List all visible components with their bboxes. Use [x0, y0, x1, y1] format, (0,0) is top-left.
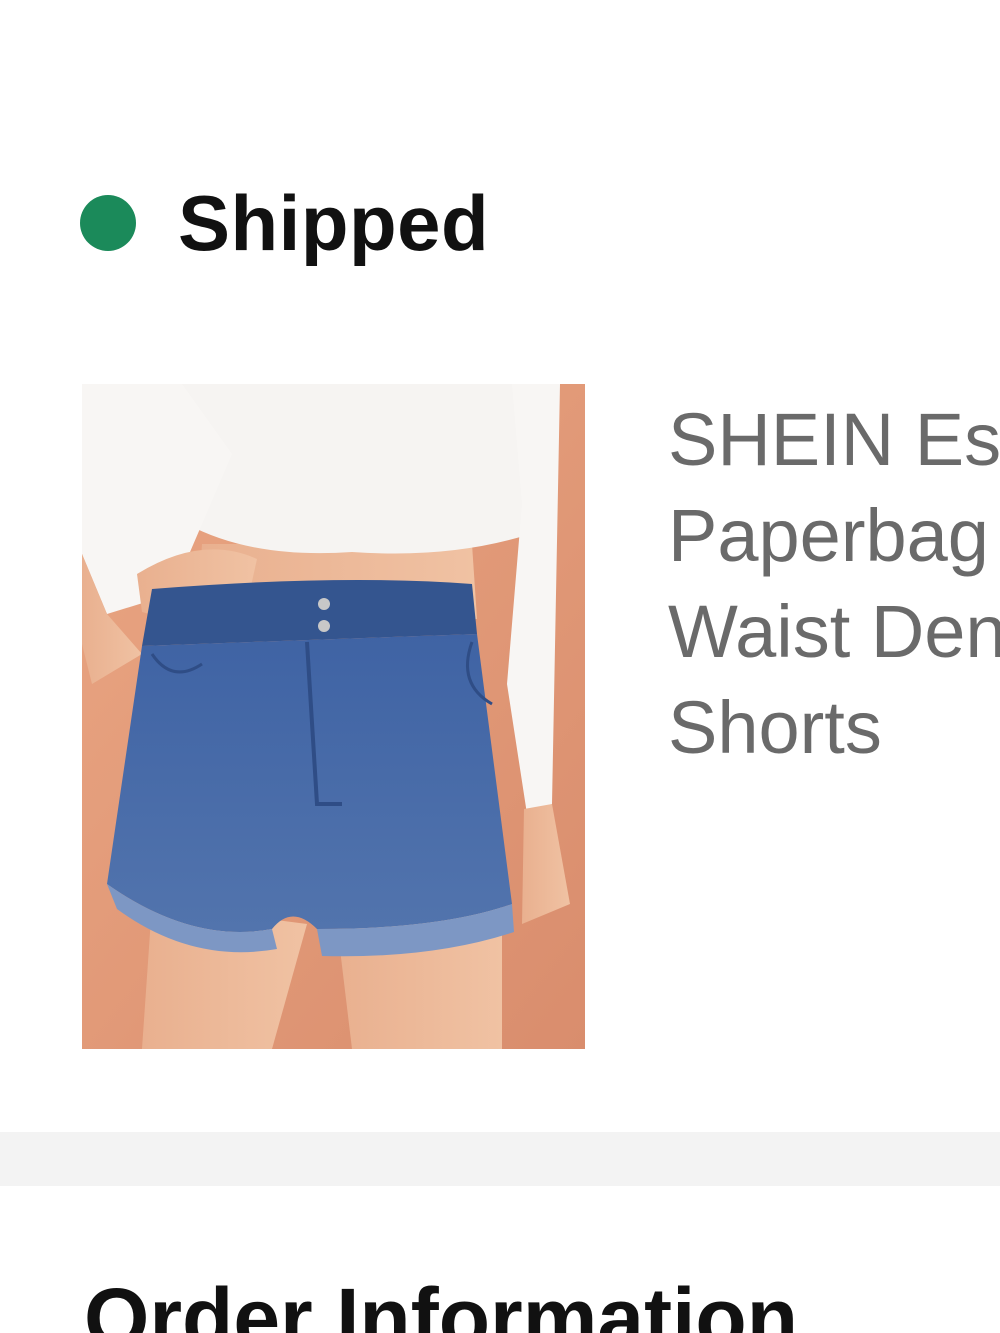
denim-shorts-photo — [82, 384, 585, 1049]
section-divider — [0, 1132, 1000, 1186]
status-dot-icon — [80, 195, 136, 251]
order-detail-page: Shipped SHEIN Es Paperbag Waist Den Shor… — [0, 0, 1000, 1333]
product-title[interactable]: SHEIN Essnce Paperbag Waist Denim Shorts — [668, 392, 1000, 776]
order-information-heading: Order Information — [84, 1271, 799, 1333]
product-image[interactable] — [82, 384, 585, 1049]
order-status: Shipped — [80, 178, 489, 268]
status-label: Shipped — [178, 178, 490, 267]
